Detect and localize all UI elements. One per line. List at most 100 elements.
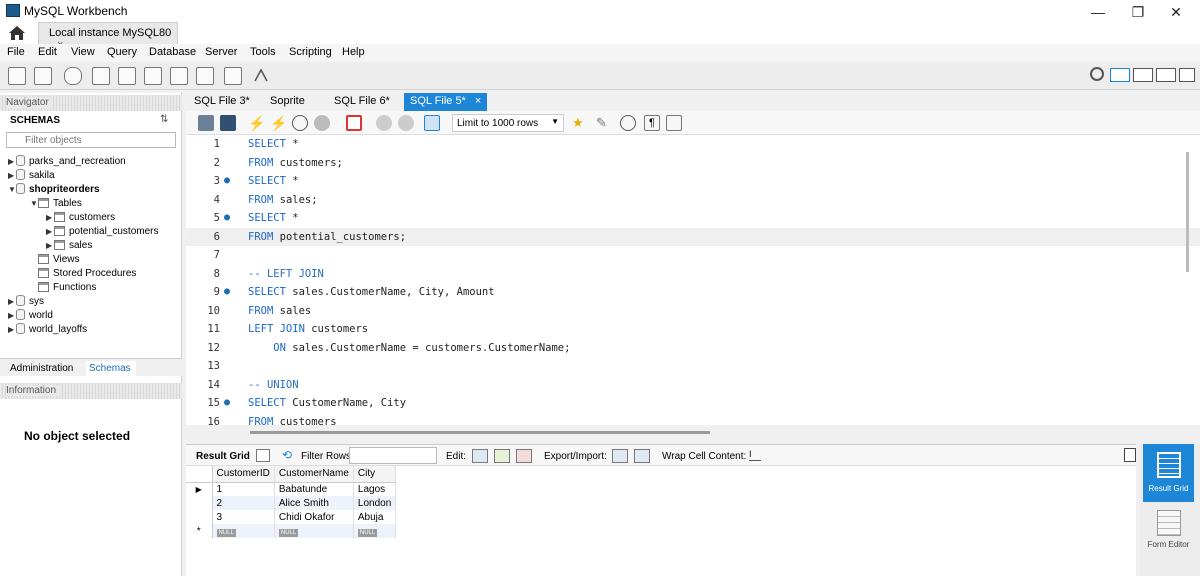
create-schema-icon[interactable]: [92, 67, 110, 85]
cell-customername[interactable]: NULL: [274, 524, 354, 538]
table-row[interactable]: ▶ 1 Babatunde Lagos: [186, 482, 397, 496]
code-line[interactable]: 10 FROM sales: [186, 302, 1200, 320]
expand-arrow-right-icon[interactable]: ▶: [46, 225, 54, 239]
menu-help[interactable]: Help: [342, 46, 365, 58]
cell-customerid[interactable]: 3: [212, 510, 275, 524]
menu-query[interactable]: Query: [107, 46, 137, 58]
settings-gear-icon[interactable]: [1090, 67, 1104, 81]
code-line[interactable]: 2 FROM customers;: [186, 154, 1200, 172]
filter-objects-input[interactable]: [6, 132, 176, 148]
code-line[interactable]: 1 SELECT *: [186, 135, 1200, 153]
cell-city[interactable]: Abuja: [353, 510, 397, 524]
code-line[interactable]: 14 -- UNION: [186, 376, 1200, 394]
rollback-icon[interactable]: [398, 115, 414, 131]
code-line[interactable]: 9 ● SELECT sales.CustomerName, City, Amoun…: [186, 283, 1200, 301]
minimize-button[interactable]: —: [1078, 2, 1118, 22]
grid-view-icon[interactable]: [256, 449, 270, 462]
expand-arrow-right-icon[interactable]: ▶: [8, 155, 16, 169]
menu-server[interactable]: Server: [205, 46, 237, 58]
expand-arrow-down-icon[interactable]: ▼: [8, 183, 16, 197]
stop-icon[interactable]: [314, 115, 330, 131]
result-grid-view-button[interactable]: Result Grid: [1143, 444, 1194, 502]
create-view-icon[interactable]: [144, 67, 162, 85]
cell-city[interactable]: NULL: [353, 524, 397, 538]
expand-arrow-right-icon[interactable]: ▶: [46, 239, 54, 253]
code-line[interactable]: 3 ● SELECT *: [186, 172, 1200, 190]
expand-arrow-right-icon[interactable]: ▶: [8, 169, 16, 183]
toggle-sidebar-icon[interactable]: [1110, 68, 1130, 82]
expand-arrow-down-icon[interactable]: ▼: [30, 197, 38, 211]
new-sql-tab-icon[interactable]: [8, 67, 26, 85]
execute-lightning-icon[interactable]: ⚡: [248, 115, 265, 131]
table-row[interactable]: 2 Alice Smith London: [186, 496, 397, 510]
expand-arrow-right-icon[interactable]: ▶: [8, 309, 16, 323]
cell-customerid[interactable]: NULL: [212, 524, 275, 538]
code-line[interactable]: 13: [186, 357, 1200, 375]
cell-customerid[interactable]: 1: [212, 482, 275, 496]
tab-sql-file-5[interactable]: SQL File 5* ×: [404, 93, 488, 111]
tab-administration[interactable]: Administration: [10, 363, 73, 374]
tree-item-potential-customers[interactable]: ▶ potential_customers: [46, 225, 159, 239]
filter-rows-input[interactable]: [349, 447, 437, 464]
connection-tab[interactable]: Local instance MySQL80 ×: [38, 22, 178, 51]
tab-close-icon[interactable]: ×: [475, 95, 481, 107]
expand-arrow-right-icon[interactable]: ▶: [8, 295, 16, 309]
tree-item-world[interactable]: ▶ world: [8, 309, 53, 323]
code-line[interactable]: 4 FROM sales;: [186, 191, 1200, 209]
tree-item-parks-and-recreation[interactable]: ▶ parks_and_recreation: [8, 155, 126, 169]
column-header-city[interactable]: City: [353, 466, 397, 483]
table-row[interactable]: 3 Chidi Okafor Abuja: [186, 510, 397, 524]
code-line[interactable]: 7: [186, 246, 1200, 264]
column-header-customerid[interactable]: CustomerID: [212, 466, 275, 483]
toggle-panel-icon[interactable]: [1179, 68, 1195, 82]
refresh-icon[interactable]: ⟲: [282, 448, 292, 462]
close-button[interactable]: ✕: [1156, 2, 1196, 22]
code-line[interactable]: 16 FROM customers: [186, 413, 1200, 426]
import-icon[interactable]: [634, 449, 650, 463]
open-file-icon[interactable]: [198, 115, 214, 131]
create-table-icon[interactable]: [118, 67, 136, 85]
menu-scripting[interactable]: Scripting: [289, 46, 332, 58]
insert-row-icon[interactable]: [494, 449, 510, 463]
word-wrap-icon[interactable]: [666, 115, 682, 131]
edit-row-icon[interactable]: [472, 449, 488, 463]
home-icon[interactable]: [8, 25, 26, 41]
toggle-output-icon[interactable]: [1133, 68, 1153, 82]
table-row-new[interactable]: * NULL NULL NULL: [186, 524, 397, 538]
menu-file[interactable]: File: [7, 46, 25, 58]
open-sql-script-icon[interactable]: [34, 67, 52, 85]
code-line[interactable]: 8 -- LEFT JOIN: [186, 265, 1200, 283]
cell-customername[interactable]: Alice Smith: [274, 496, 354, 510]
tree-item-sys[interactable]: ▶ sys: [8, 295, 44, 309]
commit-icon[interactable]: [376, 115, 392, 131]
tree-item-sales[interactable]: ▶ sales: [46, 239, 92, 253]
toggle-secondary-sidebar-icon[interactable]: [1156, 68, 1176, 82]
menu-database[interactable]: Database: [149, 46, 196, 58]
inspector-icon[interactable]: [64, 67, 82, 85]
code-line[interactable]: 5 ● SELECT *: [186, 209, 1200, 227]
form-editor-view-button[interactable]: Form Editor: [1143, 506, 1194, 564]
tree-item-views[interactable]: Views: [30, 253, 80, 267]
add-snippet-star-icon[interactable]: ★: [572, 115, 588, 131]
tree-item-functions[interactable]: Functions: [30, 281, 96, 295]
search-table-data-icon[interactable]: [224, 67, 242, 85]
tree-item-customers[interactable]: ▶ customers: [46, 211, 115, 225]
code-line[interactable]: 6 FROM potential_customers;: [186, 227, 1200, 246]
cell-customername[interactable]: Babatunde: [274, 482, 354, 496]
column-header-customername[interactable]: CustomerName: [274, 466, 354, 483]
menu-view[interactable]: View: [71, 46, 95, 58]
cell-city[interactable]: Lagos: [353, 482, 397, 496]
expand-arrow-right-icon[interactable]: ▶: [8, 323, 16, 337]
refresh-schemas-icon[interactable]: ⇅: [160, 114, 168, 125]
editor-horizontal-scroll-thumb[interactable]: [250, 431, 710, 434]
save-icon[interactable]: [220, 115, 236, 131]
code-line[interactable]: 11 LEFT JOIN customers: [186, 320, 1200, 338]
invisible-chars-icon[interactable]: ¶: [644, 115, 660, 131]
code-line[interactable]: 12 ON sales.CustomerName = customers.Cus…: [186, 339, 1200, 357]
menu-edit[interactable]: Edit: [38, 46, 57, 58]
maximize-button[interactable]: ❐: [1118, 2, 1158, 22]
menu-tools[interactable]: Tools: [250, 46, 276, 58]
reconnect-icon[interactable]: [252, 67, 270, 85]
tree-item-tables[interactable]: ▼ Tables: [30, 197, 82, 211]
wrap-cell-icon[interactable]: I: [749, 449, 761, 461]
